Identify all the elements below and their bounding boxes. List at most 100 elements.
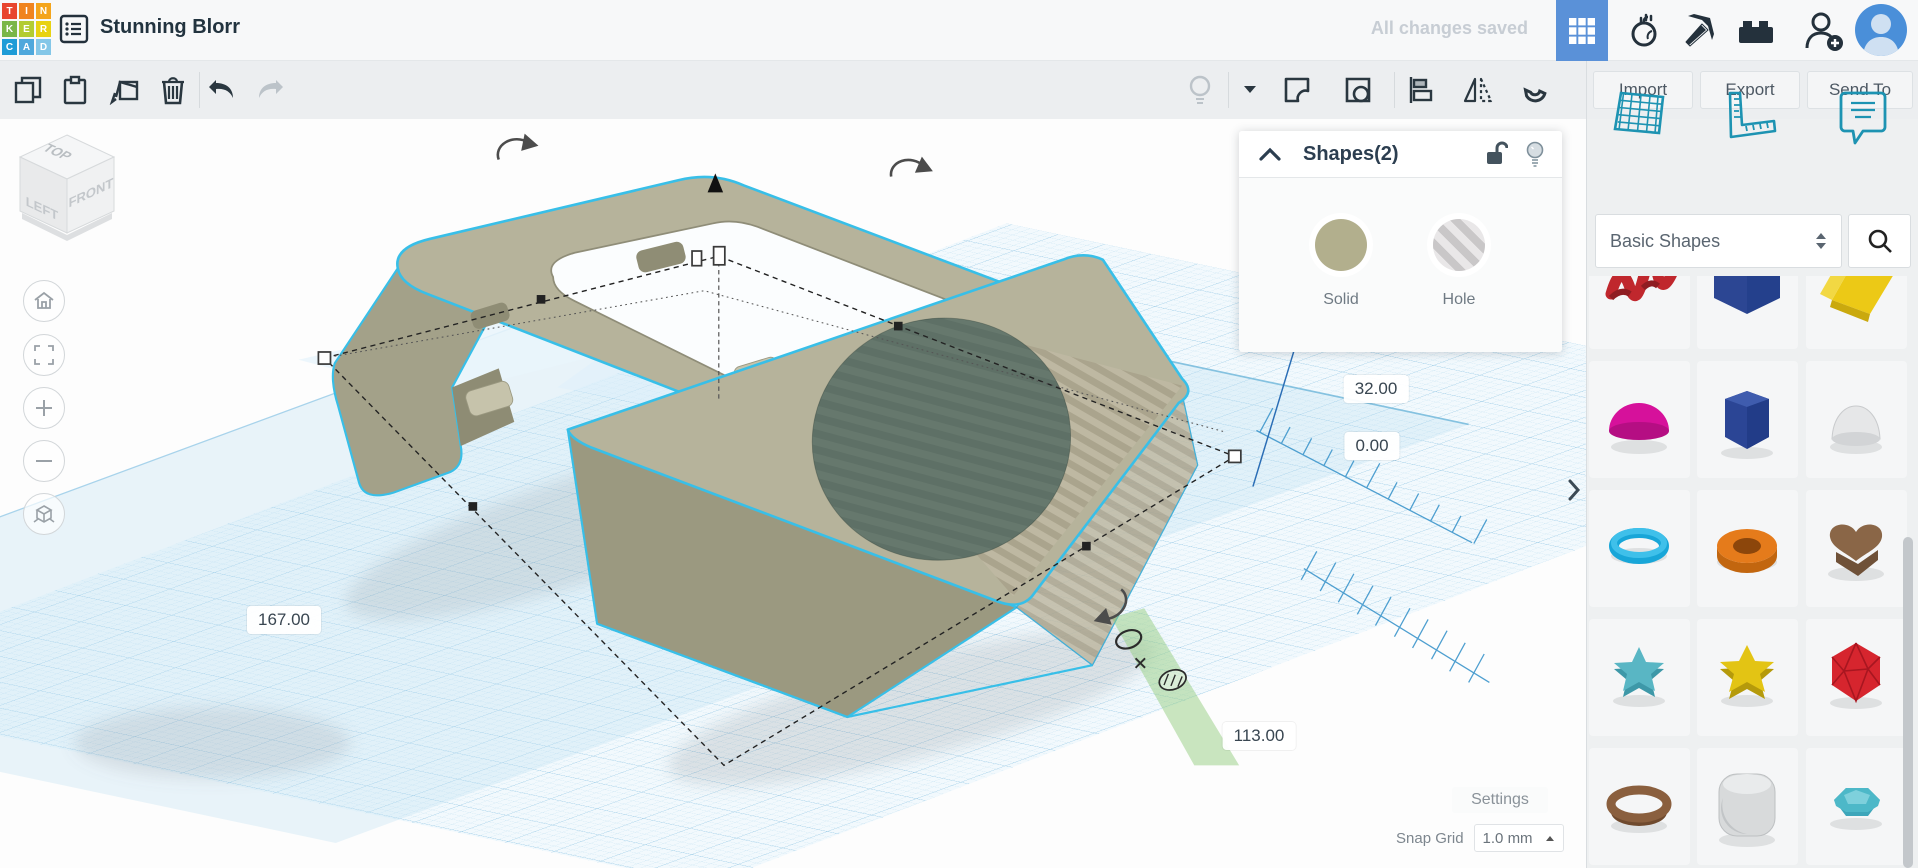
minecraft-export-button[interactable] [1671,0,1726,61]
logo-tile: R [36,21,51,37]
edge-handle[interactable] [537,295,546,304]
design-title[interactable]: Stunning Blorr [100,16,240,39]
edge-handle[interactable] [894,322,903,331]
fit-view-button[interactable] [23,334,65,376]
select-caret-icon [1815,232,1827,250]
logo-tile: N [36,3,51,19]
category-select[interactable]: Basic Shapes [1595,214,1842,268]
shape-item-torus-thin[interactable] [1589,490,1690,607]
shape-item-roof[interactable] [1806,276,1907,349]
user-avatar[interactable] [1855,4,1907,56]
copy-button[interactable] [6,68,50,112]
workplane-tool[interactable] [1611,89,1669,146]
view-3d-button[interactable] [1556,0,1608,61]
logo-tile: T [2,3,17,19]
sim-lab-apple-icon [1626,13,1662,49]
snap-grid-value: 1.0 mm [1483,830,1533,847]
search-icon [1866,227,1894,255]
scale-handle[interactable] [714,247,725,265]
pickaxe-icon [1680,12,1718,50]
shape-item-icosahedron[interactable] [1806,619,1907,736]
hole-label: Hole [1433,291,1485,309]
ruler-tool[interactable] [1722,89,1778,148]
view-cube[interactable]: TOP LEFT FRONT [12,129,122,249]
add-person-icon [1804,10,1844,52]
dimension-elevation[interactable]: 0.00 [1344,432,1399,460]
shape-item-box[interactable] [1697,276,1798,349]
lego-brick-icon [1736,15,1776,47]
shape-item-ring[interactable] [1589,748,1690,865]
delete-button[interactable] [151,68,195,112]
zoom-out-button[interactable] [23,440,65,482]
align-button[interactable] [1398,68,1442,112]
design-canvas[interactable]: 167.00 32.00 0.00 113.00 TOP LEFT FRONT … [0,119,1586,868]
collapse-panel-icon[interactable] [1259,147,1281,161]
shape-item-star[interactable] [1589,619,1690,736]
dimension-width[interactable]: 167.00 [247,606,321,634]
tinkercad-logo[interactable]: T I N K E R C A D [2,3,51,58]
hole-mode-icon[interactable] [1336,68,1380,112]
duplicate-button[interactable] [103,68,147,112]
shape-item-scribble[interactable] [1589,276,1690,349]
scale-handle[interactable] [1229,450,1241,462]
grid-icon [1568,17,1596,45]
search-button[interactable] [1848,214,1911,268]
inspector-panel: Shapes(2) Solid Hole [1239,131,1562,352]
shape-item-tube[interactable] [1697,490,1798,607]
shape-item-gem[interactable] [1806,748,1907,865]
shape-item-heart[interactable] [1806,490,1907,607]
scale-handle[interactable] [318,352,330,364]
unlock-icon[interactable] [1484,141,1508,167]
perspective-toggle-button[interactable] [23,493,65,535]
edge-handle[interactable] [469,502,478,511]
gallery-scrollbar[interactable] [1903,537,1913,868]
solid-mode-icon[interactable] [1275,68,1319,112]
shape-item-dice[interactable] [1697,748,1798,865]
category-value: Basic Shapes [1610,231,1720,252]
logo-tile: A [19,39,34,55]
sim-lab-button[interactable] [1616,0,1671,61]
dimension-height[interactable]: 32.00 [1344,375,1409,403]
snap-grid-dropdown[interactable]: 1.0 mm [1474,824,1564,852]
scale-handle[interactable] [692,251,701,266]
solid-label: Solid [1315,291,1367,309]
undo-button[interactable] [200,68,244,112]
zoom-in-button[interactable] [23,387,65,429]
panel-collapse-button[interactable] [1566,479,1582,506]
bricks-export-button[interactable] [1726,0,1786,61]
object-shadow [74,707,350,779]
save-status: All changes saved [1371,18,1528,39]
paste-button[interactable] [53,68,97,112]
logo-tile: K [2,21,17,37]
inspector-title: Shapes(2) [1303,143,1399,166]
shape-item-star5[interactable] [1697,619,1798,736]
hint-dropdown-caret[interactable] [1228,68,1272,112]
logo-tile: I [19,3,34,19]
snap-magnet-button[interactable] [1512,68,1556,112]
design-menu-icon[interactable] [59,14,89,49]
solid-swatch[interactable] [1315,219,1367,271]
hint-bulb-icon[interactable] [1526,141,1544,167]
avatar-person-icon [1855,4,1907,56]
toolbar-divider [1394,72,1395,108]
caret-up-icon [1545,835,1555,842]
shape-item-paraboloid[interactable] [1806,361,1907,478]
shape-gallery [1587,276,1918,868]
notes-hint-button[interactable] [1178,68,1222,112]
edge-handle[interactable] [1082,542,1091,551]
logo-tile: C [2,39,17,55]
home-view-button[interactable] [23,280,65,322]
notes-tool[interactable] [1835,89,1889,150]
shapes-library-panel: Import Export Send To Basic Shapes [1586,61,1918,868]
shape-item-polygon[interactable] [1697,361,1798,478]
invite-collaborator-button[interactable] [1793,0,1855,61]
dimension-depth[interactable]: 113.00 [1223,722,1296,750]
mirror-button[interactable] [1456,68,1500,112]
logo-tile: E [19,21,34,37]
snap-grid-label: Snap Grid [1396,830,1464,847]
redo-button[interactable] [248,68,292,112]
shape-item-half-sphere[interactable] [1589,361,1690,478]
grid-settings-button[interactable]: Settings [1452,787,1548,813]
top-bar: T I N K E R C A D Stunning Blorr All cha… [0,0,1918,61]
hole-swatch[interactable] [1433,219,1485,271]
